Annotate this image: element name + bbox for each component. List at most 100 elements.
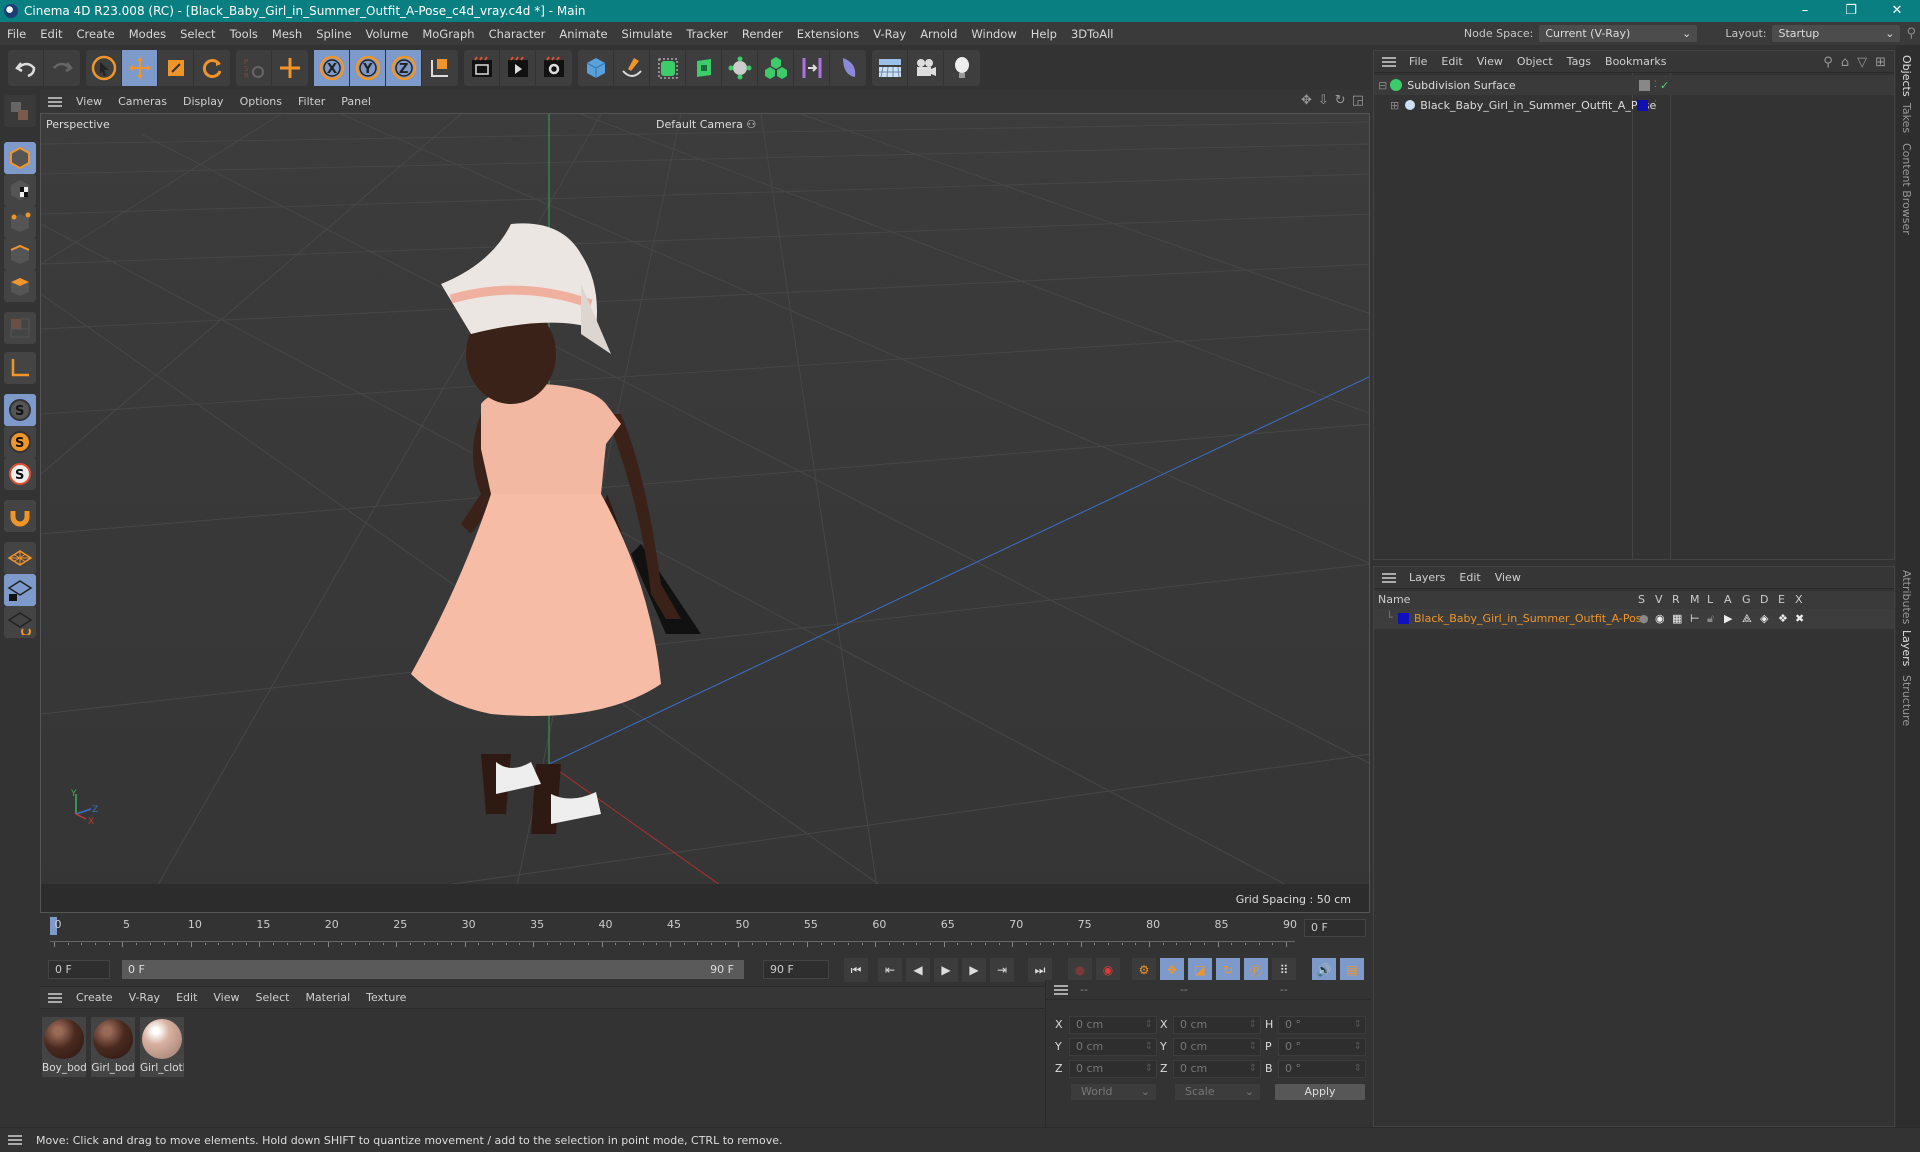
key-position-button[interactable]: ✥ xyxy=(1160,958,1184,982)
autokey-button[interactable]: ◉ xyxy=(1096,958,1120,982)
restore-button[interactable]: ❐ xyxy=(1828,0,1874,22)
rotation-b-field[interactable]: 0 ° xyxy=(1278,1060,1366,1078)
camera-button[interactable] xyxy=(908,49,944,86)
x-axis-lock-button[interactable]: X xyxy=(314,49,350,86)
polygon-mode-button[interactable] xyxy=(4,270,36,302)
animation-play-icon[interactable]: ▶ xyxy=(1724,612,1732,625)
menu-render[interactable]: Render xyxy=(735,27,790,41)
render-clapper-icon[interactable]: ▦ xyxy=(1672,612,1682,625)
menu-tools[interactable]: Tools xyxy=(223,27,265,41)
size-z-field[interactable]: 0 cm xyxy=(1173,1060,1261,1078)
axis-mode-button[interactable] xyxy=(4,352,36,384)
visibility-dots-icon[interactable]: ⁚ xyxy=(1654,100,1657,110)
rotation-p-field[interactable]: 0 ° xyxy=(1278,1038,1366,1056)
menu-tracker[interactable]: Tracker xyxy=(679,27,735,41)
tab-takes[interactable]: Takes xyxy=(1900,103,1913,133)
mograph-button[interactable] xyxy=(758,49,794,86)
size-y-field[interactable]: 0 cm xyxy=(1173,1038,1261,1056)
material-swatch[interactable]: Boy_bod xyxy=(42,1017,86,1077)
menu-vray[interactable]: V-Ray xyxy=(866,27,913,41)
previous-key-button[interactable]: ⇤ xyxy=(878,958,902,982)
deformer-icon[interactable]: ◈ xyxy=(1760,612,1768,625)
viewport-menu-display[interactable]: Display xyxy=(175,95,232,108)
layer-menu-edit[interactable]: Edit xyxy=(1452,571,1487,584)
editor-visibility-icon[interactable] xyxy=(1639,79,1650,91)
menu-animate[interactable]: Animate xyxy=(552,27,614,41)
layer-menu-layers[interactable]: Layers xyxy=(1402,571,1452,584)
point-mode-button[interactable] xyxy=(4,206,36,238)
column-animation[interactable]: A xyxy=(1724,593,1732,606)
xref-icon[interactable]: ✖ xyxy=(1795,612,1804,625)
material-swatch[interactable]: Girl_bod xyxy=(91,1017,135,1077)
menu-simulate[interactable]: Simulate xyxy=(615,27,680,41)
tab-structure[interactable]: Structure xyxy=(1900,675,1913,726)
snap-enable-button[interactable]: S xyxy=(4,458,36,490)
move-tool-button[interactable] xyxy=(122,49,158,86)
object-menu-edit[interactable]: Edit xyxy=(1434,55,1469,68)
lock-icon[interactable]: 🔓︎ xyxy=(1707,612,1714,626)
edge-mode-button[interactable] xyxy=(4,238,36,270)
object-row[interactable]: ⊞ Black_Baby_Girl_in_Summer_Outfit_A_Pos… xyxy=(1374,95,1894,115)
hamburger-menu-icon[interactable] xyxy=(48,96,62,107)
make-editable-button[interactable] xyxy=(4,95,36,127)
column-render[interactable]: R xyxy=(1672,593,1680,606)
home-icon[interactable]: ⌂ xyxy=(1841,55,1849,70)
viewport-menu-filter[interactable]: Filter xyxy=(290,95,333,108)
column-locked[interactable]: L xyxy=(1707,593,1713,606)
viewport-menu-panel[interactable]: Panel xyxy=(333,95,379,108)
key-pla-button[interactable]: ⠿ xyxy=(1272,958,1296,982)
menu-arnold[interactable]: Arnold xyxy=(913,27,964,41)
enabled-check-icon[interactable]: ✓ xyxy=(1660,79,1669,92)
render-settings-button[interactable] xyxy=(536,50,572,86)
texture-mode-button[interactable] xyxy=(4,174,36,206)
current-frame-field[interactable]: 0 F xyxy=(1304,919,1366,937)
keyframe-selection-button[interactable]: ⚙ xyxy=(1132,958,1156,982)
position-y-field[interactable]: 0 cm xyxy=(1069,1038,1157,1056)
node-space-dropdown[interactable]: Current (V-Ray) ⌄ xyxy=(1539,25,1698,42)
layer-row[interactable]: └ Black_Baby_Girl_in_Summer_Outfit_A-Pos… xyxy=(1374,609,1894,629)
workplane-button[interactable] xyxy=(4,542,36,574)
symmetry-button[interactable] xyxy=(794,49,830,86)
viewport-menu-options[interactable]: Options xyxy=(232,95,290,108)
eye-icon[interactable]: ◉ xyxy=(1655,612,1665,625)
apply-button[interactable]: Apply xyxy=(1275,1084,1365,1100)
record-keys-button[interactable]: ● xyxy=(1068,958,1092,982)
python-expression-icon[interactable]: ❖ xyxy=(1778,612,1788,625)
material-menu-select[interactable]: Select xyxy=(248,991,298,1004)
snap-settings-button[interactable]: S xyxy=(4,426,36,458)
viewport-menu-cameras[interactable]: Cameras xyxy=(110,95,175,108)
rotation-h-field[interactable]: 0 ° xyxy=(1278,1016,1366,1034)
minimize-button[interactable]: – xyxy=(1782,0,1828,22)
key-parameter-button[interactable]: Ⓟ xyxy=(1244,958,1268,982)
tab-attributes[interactable]: Attributes xyxy=(1900,570,1913,624)
visibility-dots-icon[interactable]: ⁚ xyxy=(1654,80,1657,90)
pen-button[interactable] xyxy=(614,49,650,86)
generator-icon[interactable]: ⟁ xyxy=(1742,612,1752,626)
tab-content-browser[interactable]: Content Browser xyxy=(1900,143,1913,235)
column-solo[interactable]: S xyxy=(1638,593,1645,606)
undo-button[interactable] xyxy=(8,49,44,86)
model-mode-button[interactable] xyxy=(4,142,36,174)
extrude-button[interactable] xyxy=(686,49,722,86)
render-view-button[interactable] xyxy=(464,49,500,86)
expand-icon[interactable]: ⊞ xyxy=(1390,99,1399,112)
next-frame-button[interactable]: ▶ xyxy=(962,958,986,982)
align-workplane-button[interactable] xyxy=(4,606,36,638)
start-frame-field[interactable]: 0 F xyxy=(48,960,110,979)
hamburger-menu-icon[interactable] xyxy=(48,992,62,1003)
go-to-end-button[interactable]: ⏭ xyxy=(1028,958,1052,982)
material-swatch[interactable]: Girl_clotl xyxy=(140,1017,184,1077)
pan-view-icon[interactable]: ✥ xyxy=(1301,93,1312,108)
select-tool-button[interactable] xyxy=(86,49,122,86)
coordinate-system-button[interactable] xyxy=(422,50,458,86)
hamburger-menu-icon[interactable] xyxy=(1382,56,1396,67)
layer-menu-view[interactable]: View xyxy=(1488,571,1528,584)
object-menu-tags[interactable]: Tags xyxy=(1560,55,1598,68)
viewport-menu-view[interactable]: View xyxy=(68,95,110,108)
material-menu-create[interactable]: Create xyxy=(68,991,121,1004)
magnet-button[interactable] xyxy=(4,500,36,532)
object-row[interactable]: ⊟ Subdivision Surface ⁚ ✓ xyxy=(1374,75,1894,95)
y-axis-lock-button[interactable]: Y xyxy=(350,49,386,86)
menu-mograph[interactable]: MoGraph xyxy=(415,27,481,41)
end-frame-field[interactable]: 90 F xyxy=(763,960,829,979)
